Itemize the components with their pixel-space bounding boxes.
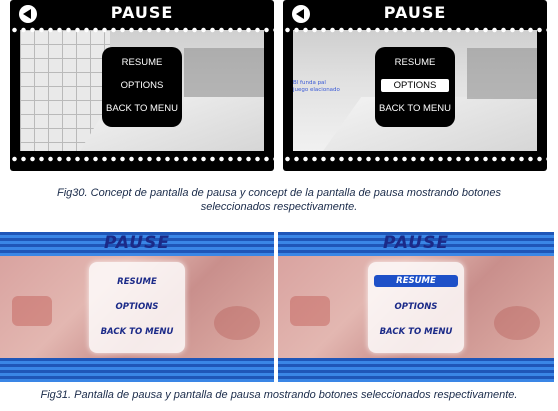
options-button[interactable]: OPTIONS — [368, 302, 464, 312]
caption-line: Fig30. Concept de pantalla de pausa y co… — [57, 187, 501, 199]
resume-button[interactable]: RESUME — [102, 57, 182, 68]
fig31-left-screenshot: PAUSE RESUME OPTIONS BACK TO MENU — [0, 232, 274, 382]
options-button[interactable]: OPTIONS — [102, 80, 182, 91]
fig30-left-screenshot: PAUSE RESUME OPTIONS BACK TO MENU — [10, 0, 274, 171]
pause-menu: RESUME OPTIONS BACK TO MENU — [368, 262, 464, 353]
fig30-right-screenshot: PAUSE Bl funda pal juego elacionado RESU… — [283, 0, 547, 171]
pause-title: PAUSE — [383, 233, 449, 253]
resume-button[interactable]: RESUME — [89, 277, 185, 287]
pause-title: PAUSE — [110, 3, 174, 22]
back-to-menu-button[interactable]: BACK TO MENU — [368, 327, 464, 337]
options-button-selected[interactable]: OPTIONS — [381, 79, 449, 92]
resume-button[interactable]: RESUME — [375, 57, 455, 68]
hint-text: Bl funda pal juego elacionado — [293, 80, 340, 94]
options-button[interactable]: OPTIONS — [89, 302, 185, 312]
back-to-menu-button[interactable]: BACK TO MENU — [102, 103, 182, 114]
footer-bar — [0, 358, 274, 382]
fig30-caption: Fig30. Concept de pantalla de pausa y co… — [0, 186, 558, 214]
pause-menu: RESUME OPTIONS BACK TO MENU — [375, 47, 455, 127]
film-perforation-top — [10, 26, 274, 34]
caption-line: seleccionados respectivamente. — [200, 201, 358, 213]
pause-menu: RESUME OPTIONS BACK TO MENU — [89, 262, 185, 353]
pause-menu: RESUME OPTIONS BACK TO MENU — [102, 47, 182, 127]
resume-button-selected[interactable]: RESUME — [374, 275, 458, 287]
footer-bar — [278, 358, 554, 382]
back-to-menu-button[interactable]: BACK TO MENU — [89, 327, 185, 337]
pause-title: PAUSE — [104, 233, 170, 253]
back-to-menu-button[interactable]: BACK TO MENU — [375, 103, 455, 114]
hint-line: juego elacionado — [293, 87, 340, 93]
film-perforation-bottom — [283, 155, 547, 163]
hint-line: Bl funda pal — [293, 80, 326, 86]
pause-title: PAUSE — [383, 3, 447, 22]
film-perforation-bottom — [10, 155, 274, 163]
film-perforation-top — [283, 26, 547, 34]
fig31-right-screenshot: PAUSE RESUME OPTIONS BACK TO MENU — [278, 232, 554, 382]
fig31-caption: Fig31. Pantalla de pausa y pantalla de p… — [40, 389, 518, 401]
